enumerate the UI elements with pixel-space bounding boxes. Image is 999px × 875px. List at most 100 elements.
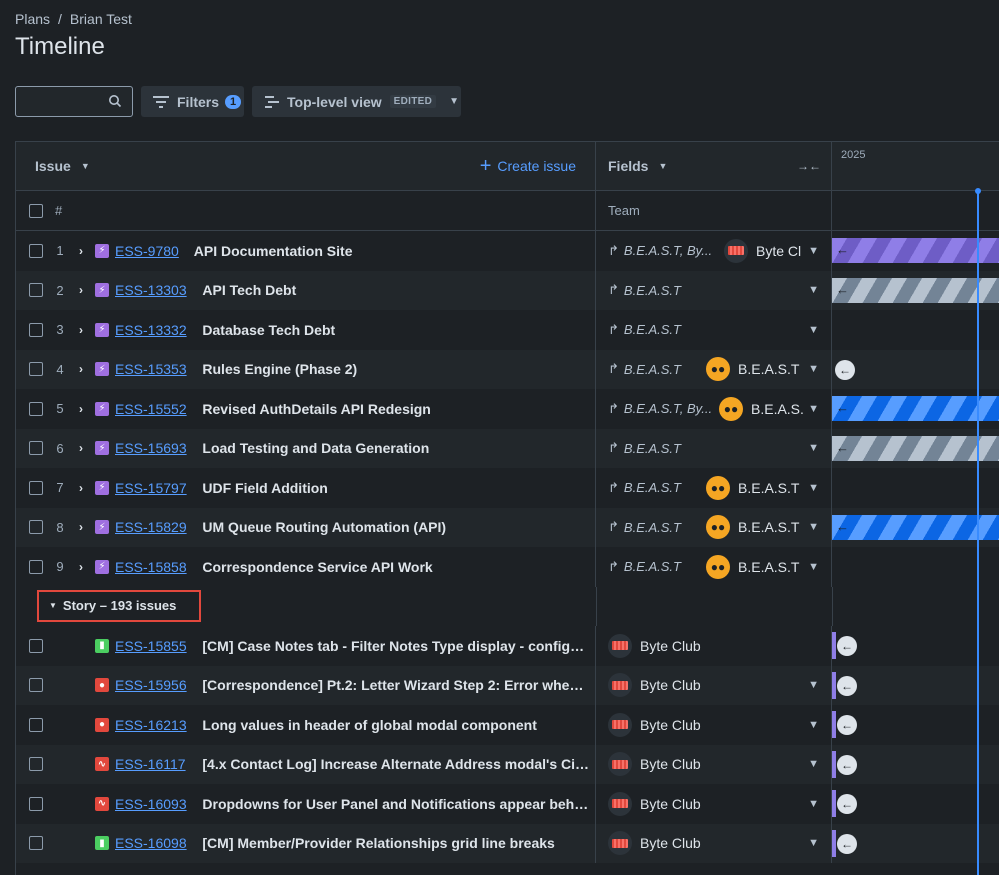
- table-row[interactable]: ▮ ESS-15855 [CM] Case Notes tab - Filter…: [16, 626, 999, 666]
- scroll-to-bar-icon[interactable]: ←: [837, 675, 857, 696]
- row-checkbox[interactable]: [29, 401, 43, 416]
- table-row[interactable]: ● ESS-15956 [Correspondence] Pt.2: Lette…: [16, 665, 999, 705]
- team-cell[interactable]: ↱ B.E.A.S.T ▼: [596, 270, 832, 310]
- team-cell[interactable]: ↱ B.E.A.S.T, By... Byte Cl ▼: [596, 231, 832, 271]
- team-cell[interactable]: Byte Club ▼: [596, 823, 832, 863]
- timeline-bar[interactable]: ←: [832, 514, 999, 540]
- chevron-down-icon[interactable]: ▼: [808, 482, 819, 494]
- team-cell[interactable]: ↱ B.E.A.S.T ▼: [596, 428, 832, 468]
- table-row[interactable]: ▮ ESS-16098 [CM] Member/Provider Relatio…: [16, 823, 999, 863]
- chevron-down-icon[interactable]: ▼: [808, 719, 819, 731]
- issue-summary[interactable]: Database Tech Debt: [202, 322, 586, 338]
- issue-key-link[interactable]: ESS-13303: [115, 282, 187, 298]
- issue-summary[interactable]: Dropdowns for User Panel and Notificatio…: [202, 796, 590, 812]
- chevron-down-icon[interactable]: ▼: [808, 758, 819, 770]
- row-checkbox[interactable]: [29, 678, 43, 693]
- issue-summary[interactable]: Correspondence Service API Work: [202, 559, 586, 575]
- expand-chevron-icon[interactable]: ›: [79, 323, 83, 337]
- row-checkbox[interactable]: [29, 520, 43, 535]
- expand-chevron-icon[interactable]: ›: [79, 244, 83, 258]
- row-checkbox[interactable]: [29, 441, 43, 456]
- issue-summary[interactable]: Long values in header of global modal co…: [202, 717, 590, 733]
- table-row[interactable]: 4 › ⚡ ESS-15353 Rules Engine (Phase 2) ↱…: [16, 349, 999, 389]
- expand-chevron-icon[interactable]: ›: [79, 481, 83, 495]
- table-row[interactable]: ∿ ESS-16093 Dropdowns for User Panel and…: [16, 784, 999, 824]
- team-cell[interactable]: ↱ B.E.A.S.T ▼: [596, 310, 832, 350]
- scroll-to-bar-icon[interactable]: ←: [837, 794, 857, 814]
- row-checkbox[interactable]: [29, 638, 43, 653]
- row-checkbox[interactable]: [29, 717, 43, 732]
- story-group-toggle[interactable]: ▼ Story – 193 issues: [37, 589, 201, 622]
- select-all-checkbox[interactable]: [29, 203, 43, 218]
- timeline-bar[interactable]: ←: [832, 277, 999, 303]
- issue-summary[interactable]: [CM] Case Notes tab - Filter Notes Type …: [202, 638, 590, 654]
- scroll-to-bar-icon[interactable]: ←: [837, 833, 857, 854]
- table-row[interactable]: 3 › ⚡ ESS-13332 Database Tech Debt ↱ B.E.…: [16, 310, 999, 350]
- issue-key-link[interactable]: ESS-16213: [115, 717, 187, 733]
- scroll-to-bar-icon[interactable]: ←: [837, 636, 857, 656]
- row-checkbox[interactable]: [29, 322, 43, 337]
- team-cell[interactable]: ↱ B.E.A.S.T, By... ●● B.E.A.S. ▼: [596, 389, 832, 429]
- table-row[interactable]: 8 › ⚡ ESS-15829 UM Queue Routing Automat…: [16, 507, 999, 547]
- team-cell[interactable]: ↱ B.E.A.S.T ●● B.E.A.S.T ▼: [596, 349, 832, 389]
- chevron-down-icon[interactable]: ▼: [808, 324, 819, 336]
- expand-chevron-icon[interactable]: ›: [79, 560, 83, 574]
- table-row[interactable]: 2 › ⚡ ESS-13303 API Tech Debt ↱ B.E.A.S.T…: [16, 270, 999, 310]
- issue-key-link[interactable]: ESS-16117: [115, 756, 186, 772]
- chevron-down-icon[interactable]: ▼: [808, 403, 819, 415]
- row-checkbox[interactable]: [29, 836, 43, 851]
- issue-summary[interactable]: Load Testing and Data Generation: [202, 440, 586, 456]
- issue-summary[interactable]: Revised AuthDetails API Redesign: [202, 401, 586, 417]
- chevron-down-icon[interactable]: ▼: [808, 837, 819, 849]
- table-row[interactable]: ● ESS-16213 Long values in header of glo…: [16, 705, 999, 745]
- issue-key-link[interactable]: ESS-15552: [115, 401, 187, 417]
- row-checkbox[interactable]: [29, 362, 43, 377]
- issue-key-link[interactable]: ESS-15956: [115, 677, 187, 693]
- row-checkbox[interactable]: [29, 283, 43, 298]
- table-row[interactable]: ∿ ESS-16117 [4.x Contact Log] Increase A…: [16, 744, 999, 784]
- chevron-down-icon[interactable]: ▼: [808, 363, 819, 375]
- expand-chevron-icon[interactable]: ›: [79, 362, 83, 376]
- breadcrumb-current[interactable]: Brian Test: [70, 11, 132, 27]
- issue-summary[interactable]: API Documentation Site: [194, 243, 586, 259]
- timeline-bar[interactable]: ←: [832, 238, 999, 263]
- issue-summary[interactable]: [4.x Contact Log] Increase Alternate Add…: [202, 756, 590, 772]
- filters-button[interactable]: Filters 1: [141, 86, 244, 117]
- fields-column-header[interactable]: Fields ▼ →←: [596, 142, 832, 191]
- scroll-to-bar-icon[interactable]: ←: [837, 754, 857, 775]
- create-issue-button[interactable]: + Create issue: [480, 155, 576, 178]
- view-selector-button[interactable]: Top-level view EDITED ▼: [252, 86, 461, 117]
- table-row[interactable]: 7 › ⚡ ESS-15797 UDF Field Addition ↱ B.E.…: [16, 468, 999, 508]
- issue-summary[interactable]: [CM] Member/Provider Relationships grid …: [202, 835, 590, 851]
- issue-key-link[interactable]: ESS-15829: [115, 519, 187, 535]
- table-row[interactable]: 6 › ⚡ ESS-15693 Load Testing and Data Ge…: [16, 428, 999, 468]
- row-checkbox[interactable]: [29, 796, 43, 811]
- chevron-down-icon[interactable]: ▼: [808, 521, 819, 533]
- expand-chevron-icon[interactable]: ›: [79, 402, 83, 416]
- team-cell[interactable]: ↱ B.E.A.S.T ●● B.E.A.S.T ▼: [596, 547, 832, 587]
- table-row[interactable]: 1 › ⚡ ESS-9780 API Documentation Site ↱ B…: [16, 231, 999, 271]
- timeline-bar[interactable]: ←: [832, 396, 999, 421]
- chevron-down-icon[interactable]: ▼: [808, 679, 819, 691]
- issue-column-header[interactable]: Issue ▼ + Create issue: [16, 142, 596, 191]
- team-cell[interactable]: Byte Club ▼: [596, 744, 832, 784]
- issue-key-link[interactable]: ESS-16093: [115, 796, 187, 812]
- team-cell[interactable]: Byte Club: [596, 626, 832, 666]
- team-cell[interactable]: ↱ B.E.A.S.T ●● B.E.A.S.T ▼: [596, 468, 832, 508]
- issue-key-link[interactable]: ESS-15855: [115, 638, 187, 654]
- search-input[interactable]: [15, 86, 133, 117]
- breadcrumb-plans-link[interactable]: Plans: [15, 11, 50, 27]
- row-checkbox[interactable]: [29, 559, 43, 574]
- table-row[interactable]: 9 › ⚡ ESS-15858 Correspondence Service A…: [16, 547, 999, 587]
- row-checkbox[interactable]: [29, 757, 43, 772]
- issue-summary[interactable]: UM Queue Routing Automation (API): [202, 519, 586, 535]
- issue-key-link[interactable]: ESS-9780: [115, 243, 179, 259]
- collapse-fields-icon[interactable]: →←: [797, 159, 821, 173]
- issue-key-link[interactable]: ESS-15797: [115, 480, 187, 496]
- issue-key-link[interactable]: ESS-15693: [115, 440, 187, 456]
- scroll-to-bar-icon[interactable]: ←: [835, 359, 855, 380]
- issue-summary[interactable]: API Tech Debt: [202, 282, 586, 298]
- issue-summary[interactable]: Rules Engine (Phase 2): [202, 361, 586, 377]
- scroll-to-bar-icon[interactable]: ←: [837, 715, 857, 735]
- chevron-down-icon[interactable]: ▼: [808, 798, 819, 810]
